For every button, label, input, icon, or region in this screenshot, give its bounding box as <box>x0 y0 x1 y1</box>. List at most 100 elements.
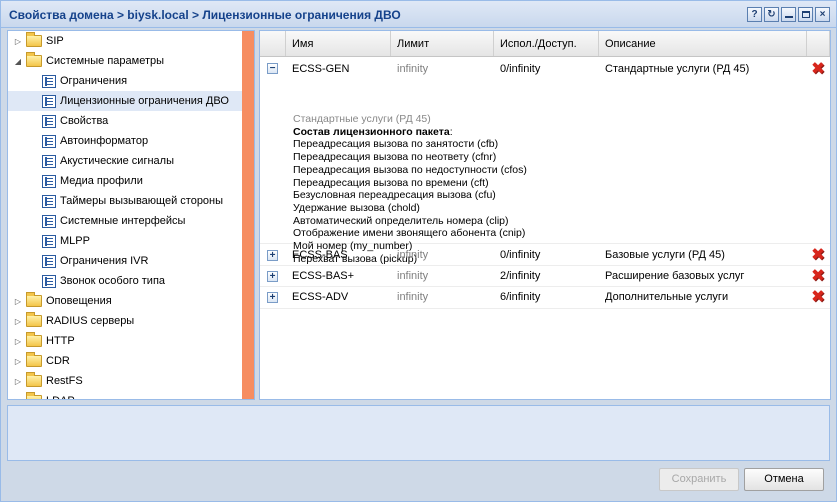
tree-item[interactable]: ◢ Системные параметры <box>8 51 242 71</box>
tree-item[interactable]: ▷ RestFS <box>8 371 242 391</box>
tree-item[interactable]: ▷ LDAP <box>8 391 242 400</box>
tree-item-label: LDAP <box>46 395 75 399</box>
tree-item-label: MLPP <box>60 235 90 247</box>
settings-page-icon <box>42 154 56 168</box>
actions-column-header <box>807 31 830 56</box>
settings-page-icon <box>42 94 56 108</box>
settings-page-icon <box>42 74 56 88</box>
tree-item[interactable]: ▷ RADIUS серверы <box>8 311 242 331</box>
tree-item[interactable]: ▷ SIP <box>8 31 242 51</box>
expand-arrow-icon[interactable]: ▷ <box>12 397 24 400</box>
grid-header: Имя Лимит Испол./Доступ. Описание <box>260 31 830 57</box>
expand-arrow-icon[interactable]: ▷ <box>12 317 24 326</box>
tree-item-label: Системные интерфейсы <box>60 215 186 227</box>
folder-icon <box>26 352 42 367</box>
settings-page-icon <box>42 174 56 188</box>
tree-item-label: RADIUS серверы <box>46 315 135 327</box>
tree-item-label: Ограничения <box>60 75 128 87</box>
settings-tree: ▷ SIP ◢ Системные параметры Ограничения Лицен… <box>7 30 255 400</box>
expand-arrow-icon[interactable]: ▷ <box>12 357 24 366</box>
tree-item[interactable]: ▷ HTTP <box>8 331 242 351</box>
tree-item[interactable]: Таймеры вызывающей стороны <box>8 191 242 211</box>
close-icon[interactable]: × <box>815 7 830 22</box>
tree-scrollbar[interactable] <box>242 31 254 399</box>
tree-item[interactable]: Ограничения <box>8 71 242 91</box>
expand-icon[interactable]: + <box>267 292 278 303</box>
tree-item[interactable]: Ограничения IVR <box>8 251 242 271</box>
table-row[interactable]: + ECSS-BAS+ infinity 2/infinity Расширен… <box>260 266 830 287</box>
row-usage: 0/infinity <box>500 63 541 75</box>
details-line: Отображение имени звонящего абонента (cn… <box>293 227 526 240</box>
column-header-limit[interactable]: Лимит <box>391 31 494 56</box>
tree-item[interactable]: ▷ Оповещения <box>8 291 242 311</box>
tree-item-label: RestFS <box>46 375 83 387</box>
tree-item-label: Оповещения <box>46 295 112 307</box>
tree-item[interactable]: Лицензионные ограничения ДВО <box>8 91 242 111</box>
delete-icon[interactable]: ✖ <box>810 267 826 284</box>
expand-icon[interactable]: + <box>267 271 278 282</box>
row-name: ECSS-BAS+ <box>292 270 355 282</box>
tree-item[interactable]: ▷ CDR <box>8 351 242 371</box>
tree-item-label: SIP <box>46 35 64 47</box>
expand-arrow-icon[interactable]: ▷ <box>12 377 24 386</box>
maximize-icon[interactable] <box>798 7 813 22</box>
expand-icon[interactable]: + <box>267 250 278 261</box>
expand-arrow-icon[interactable]: ▷ <box>12 37 24 46</box>
settings-page-icon <box>42 234 56 248</box>
row-limit: infinity <box>397 270 429 282</box>
tree-item-label: Системные параметры <box>46 55 165 67</box>
row-description: Стандартные услуги (РД 45) <box>605 63 750 75</box>
column-header-name[interactable]: Имя <box>286 31 391 56</box>
tree-item-label: Лицензионные ограничения ДВО <box>60 95 229 107</box>
tree-item[interactable]: Системные интерфейсы <box>8 211 242 231</box>
expand-arrow-icon[interactable]: ▷ <box>12 337 24 346</box>
status-panel <box>7 405 830 461</box>
details-line: Удержание вызова (chold) <box>293 201 420 214</box>
details-line: Переадресация вызова по неответу (cfnr) <box>293 151 497 164</box>
tree-item-label: Акустические сигналы <box>60 155 174 167</box>
save-button[interactable]: Сохранить <box>659 468 739 491</box>
delete-icon[interactable]: ✖ <box>810 60 826 77</box>
domain-properties-window: Свойства домена > biysk.local > Лицензио… <box>0 0 837 502</box>
row-name: ECSS-GEN <box>292 63 350 75</box>
tree-item[interactable]: MLPP <box>8 231 242 251</box>
details-line: Безусловная переадресация вызова (cfu) <box>293 189 496 202</box>
row-limit: infinity <box>397 249 429 261</box>
tree-item[interactable]: Акустические сигналы <box>8 151 242 171</box>
details-line: Переадресация вызова по занятости (cfb) <box>293 138 499 151</box>
row-details: Стандартные услуги (РД 45) Состав лиценз… <box>293 113 527 265</box>
table-row[interactable]: + ECSS-BAS infinity 0/infinity Базовые у… <box>260 245 830 266</box>
tree-item[interactable]: Автоинформатор <box>8 131 242 151</box>
tree-item-label: HTTP <box>46 335 75 347</box>
help-icon[interactable]: ? <box>747 7 762 22</box>
refresh-icon[interactable]: ↻ <box>764 7 779 22</box>
tree-item[interactable]: Медиа профили <box>8 171 242 191</box>
minimize-icon[interactable] <box>781 7 796 22</box>
tree-item[interactable]: Звонок особого типа <box>8 271 242 291</box>
folder-icon <box>26 392 42 399</box>
column-header-description[interactable]: Описание <box>599 31 807 56</box>
row-name: ECSS-ADV <box>292 291 349 303</box>
details-subtitle: Стандартные услуги (РД 45) <box>293 113 431 125</box>
collapse-arrow-icon[interactable]: ◢ <box>12 57 24 66</box>
tree-item[interactable]: Свойства <box>8 111 242 131</box>
row-description: Базовые услуги (РД 45) <box>605 249 725 261</box>
tree-item-label: Медиа профили <box>60 175 143 187</box>
settings-page-icon <box>42 134 56 148</box>
column-header-usage[interactable]: Испол./Доступ. <box>494 31 599 56</box>
delete-icon[interactable]: ✖ <box>810 246 826 263</box>
row-usage: 0/infinity <box>500 249 541 261</box>
delete-icon[interactable]: ✖ <box>810 288 826 305</box>
window-titlebar[interactable]: Свойства домена > biysk.local > Лицензио… <box>1 1 836 28</box>
table-row[interactable]: + ECSS-ADV infinity 6/infinity Дополните… <box>260 287 830 309</box>
expand-arrow-icon[interactable]: ▷ <box>12 297 24 306</box>
details-heading: Состав лицензионного пакета: <box>293 125 453 138</box>
collapse-icon[interactable]: − <box>267 63 278 74</box>
window-title: Свойства домена > biysk.local > Лицензио… <box>9 8 401 22</box>
row-description: Расширение базовых услуг <box>605 270 745 282</box>
folder-icon <box>26 372 42 387</box>
settings-page-icon <box>42 254 56 268</box>
row-description: Дополнительные услуги <box>605 291 729 303</box>
settings-page-icon <box>42 274 56 288</box>
cancel-button[interactable]: Отмена <box>744 468 824 491</box>
